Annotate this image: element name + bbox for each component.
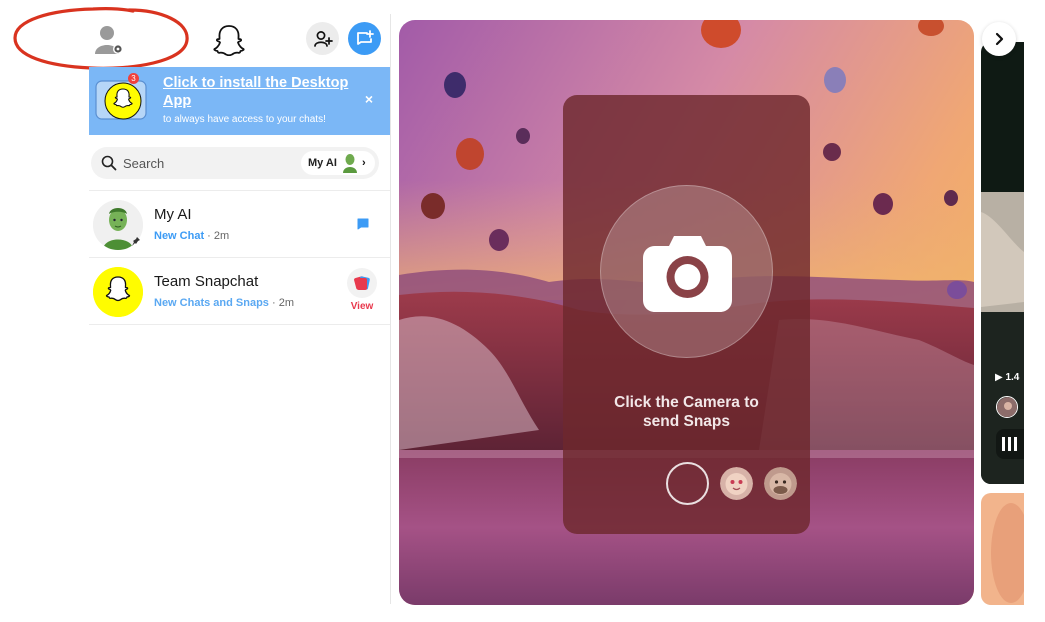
ghost-icon (213, 25, 245, 57)
add-friend-button[interactable] (306, 22, 339, 55)
banner-subtitle: to always have access to your chats! (163, 114, 326, 125)
snap-stack-icon (354, 276, 370, 290)
pause-icon (1002, 437, 1017, 451)
chevron-right-icon: › (362, 157, 366, 169)
app-root: 3 Click to install the Desktop App to al… (0, 0, 1045, 622)
lens-button[interactable] (720, 467, 753, 500)
desktop-app-logo (95, 75, 147, 127)
chat-status: New Chat · 2m (154, 230, 229, 242)
divider (89, 324, 390, 325)
spotlight-video-thumbnail (981, 42, 1024, 484)
lens-face-icon (764, 467, 797, 500)
sidebar-divider (390, 14, 391, 604)
new-chat-icon (356, 29, 374, 45)
chat-status-text: New Chat (154, 230, 205, 242)
chat-separator: · (268, 297, 279, 309)
new-chat-button[interactable] (348, 22, 381, 55)
view-label: View (350, 301, 374, 312)
spotlight-preview[interactable] (981, 42, 1024, 484)
snapchat-ghost-button[interactable] (212, 24, 246, 57)
search-bar[interactable]: My AI › (91, 147, 379, 179)
snapchat-ghost-avatar-icon (93, 267, 143, 317)
chat-status-text: New Chats and Snaps (154, 297, 269, 309)
spotlight-creator-avatar[interactable] (996, 396, 1018, 418)
my-ai-avatar-icon (343, 154, 357, 173)
view-snaps-button[interactable]: View (345, 268, 379, 316)
chat-item-my-ai[interactable]: My AI New Chat · 2m (89, 191, 390, 257)
capture-lens-button[interactable] (666, 462, 709, 505)
install-desktop-banner[interactable]: 3 Click to install the Desktop App to al… (89, 67, 390, 135)
camera-icon (643, 236, 732, 312)
pin-icon (132, 237, 140, 246)
lens-button[interactable] (764, 467, 797, 500)
camera-caption: Click the Camera to send Snaps (563, 393, 810, 431)
camera-button[interactable] (600, 185, 773, 358)
search-input[interactable] (123, 153, 293, 173)
notification-badge: 3 (128, 73, 139, 84)
add-friend-icon (313, 30, 333, 47)
banner-close-button[interactable]: × (361, 91, 377, 107)
camera-caption-line1: Click the Camera to (614, 394, 759, 411)
chat-time: 2m (213, 230, 230, 242)
chat-name: Team Snapchat (154, 273, 259, 290)
spotlight-next-button[interactable] (982, 22, 1016, 56)
camera-card: Click the Camera to send Snaps (563, 95, 810, 534)
top-bar (0, 0, 390, 70)
spotlight-pause-button[interactable] (996, 429, 1024, 459)
banner-title-link[interactable]: Click to install the Desktop App (163, 74, 363, 110)
my-ai-chip[interactable]: My AI › (301, 151, 375, 175)
camera-panel: Click the Camera to send Snaps (399, 20, 974, 605)
chat-separator: · (204, 230, 214, 242)
spotlight-views: ▶ 1.4 (995, 372, 1020, 383)
chat-status: New Chats and Snaps · 2m (154, 297, 294, 309)
search-icon (101, 155, 117, 171)
chevron-right-icon (995, 32, 1004, 46)
sidebar: 3 Click to install the Desktop App to al… (0, 0, 390, 622)
annotation-circle (13, 7, 189, 70)
spotlight-preview-next[interactable] (981, 493, 1024, 605)
chat-name: My AI (154, 206, 192, 223)
avatar (93, 267, 143, 317)
camera-caption-line2: send Snaps (643, 413, 730, 430)
view-snap-thumbnail (347, 268, 377, 298)
spotlight-thumbnail (981, 493, 1024, 605)
snapchat-logo-icon (95, 80, 147, 120)
chat-bubble-icon (357, 218, 369, 230)
my-ai-chip-label: My AI (308, 157, 337, 169)
lens-face-icon (720, 467, 753, 500)
chat-item-team-snapchat[interactable]: Team Snapchat New Chats and Snaps · 2m V… (89, 258, 390, 324)
chat-time: 2m (278, 297, 294, 309)
